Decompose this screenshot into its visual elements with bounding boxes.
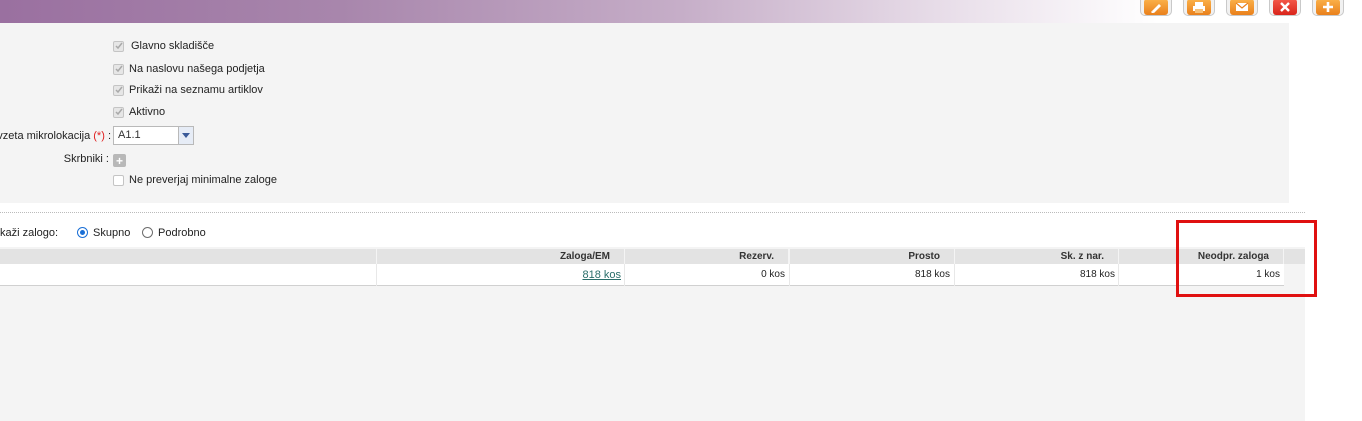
active-checkbox[interactable] xyxy=(113,106,124,118)
cell-stock: 818 kos xyxy=(377,264,621,286)
cell-free: 818 kos xyxy=(914,269,950,280)
no-min-stock-row: Ne preverjaj minimalne zaloge xyxy=(113,174,277,186)
column-header-item xyxy=(0,249,376,264)
plus-icon: + xyxy=(115,153,123,168)
add-button[interactable] xyxy=(1312,0,1344,16)
check-icon xyxy=(114,86,123,94)
table-row: 818 kos 0 kos 818 kos 818 kos 1 kos xyxy=(0,264,1284,286)
show-in-list-label: Prikaži na seznamu artiklov xyxy=(129,84,263,96)
envelope-icon xyxy=(1235,2,1249,11)
email-button[interactable] xyxy=(1226,0,1258,16)
default-microlocation-label: vzeta mikrolokacija (*) : xyxy=(0,130,111,142)
stock-table: Zaloga/EM Rezerv. Prosto Sk. z nar. Neod… xyxy=(0,247,1305,421)
stock-view-detailed-radio[interactable] xyxy=(142,227,153,238)
printer-icon xyxy=(1193,1,1205,13)
default-microlocation-select[interactable]: A1.1 xyxy=(113,126,194,145)
cell-reserved: 0 kos xyxy=(761,269,785,280)
plus-icon xyxy=(1323,1,1333,12)
main-warehouse-label: Glavno skladišče xyxy=(131,40,215,52)
company-address-checkbox[interactable] xyxy=(113,63,124,75)
highlight-box xyxy=(1176,220,1317,297)
no-min-stock-checkbox[interactable] xyxy=(113,174,124,186)
column-header-stock[interactable]: Zaloga/EM xyxy=(377,249,624,264)
company-address-label: Na naslovu našega podjetja xyxy=(129,63,265,75)
column-header-free[interactable]: Prosto xyxy=(790,249,954,264)
custodians-label: Skrbniki : xyxy=(63,153,109,165)
edit-button[interactable] xyxy=(1140,0,1172,16)
column-header-reserved[interactable]: Rezerv. xyxy=(625,249,788,264)
close-button[interactable] xyxy=(1269,0,1301,16)
active-row: Aktivno xyxy=(113,106,165,118)
toolbar xyxy=(1140,0,1355,16)
pencil-icon xyxy=(1151,3,1161,13)
chevron-down-icon[interactable] xyxy=(178,127,193,144)
check-icon xyxy=(114,65,123,73)
show-in-list-row: Prikaži na seznamu artiklov xyxy=(113,84,263,96)
stock-view-label: kaži zalogo: xyxy=(0,227,59,239)
no-min-stock-label: Ne preverjaj minimalne zaloge xyxy=(129,174,277,186)
required-marker: (*) xyxy=(93,130,105,142)
label-colon: : xyxy=(107,130,111,142)
microlocation-value: A1.1 xyxy=(118,129,141,141)
cell-from-order: 818 kos xyxy=(1079,269,1115,280)
stock-link[interactable]: 818 kos xyxy=(582,269,621,281)
print-button[interactable] xyxy=(1183,0,1215,16)
section-divider xyxy=(0,212,1305,213)
main-warehouse-row: Glavno skladišče xyxy=(113,40,214,52)
show-in-list-checkbox[interactable] xyxy=(113,84,124,96)
main-warehouse-checkbox[interactable] xyxy=(113,40,124,52)
stock-view-total-label: Skupno xyxy=(93,227,131,239)
company-address-row: Na naslovu našega podjetja xyxy=(113,63,265,75)
check-icon xyxy=(114,42,123,50)
stock-view-total-radio[interactable] xyxy=(77,227,88,238)
active-label: Aktivno xyxy=(129,106,166,118)
check-icon xyxy=(114,108,123,116)
add-custodian-button[interactable]: + xyxy=(113,154,126,167)
close-icon xyxy=(1280,1,1290,12)
column-header-from-order[interactable]: Sk. z nar. xyxy=(955,249,1118,264)
stock-view-detailed-label: Podrobno xyxy=(158,227,206,239)
